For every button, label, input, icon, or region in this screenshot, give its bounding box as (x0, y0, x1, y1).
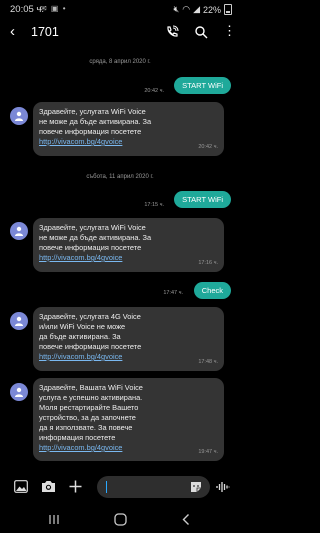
message-line: да я използвате. За повече (39, 423, 133, 432)
message-time: 17:48 ч. (198, 359, 218, 365)
person-icon (15, 387, 23, 397)
camera-icon[interactable] (41, 480, 56, 493)
system-nav-bar (0, 505, 240, 533)
recent-apps-icon[interactable] (48, 514, 60, 525)
message-link[interactable]: http://vivacom.bg/4gvoice (39, 443, 218, 453)
message-time: 17:47 ч. (163, 290, 183, 296)
date-separator: събота, 11 април 2020 г. (86, 174, 154, 180)
person-icon (15, 111, 23, 121)
mute-icon: 🔇︎ (173, 4, 180, 14)
avatar[interactable] (10, 383, 28, 401)
outgoing-message[interactable]: Check (193, 282, 231, 299)
message-input[interactable] (97, 476, 210, 498)
outgoing-message[interactable]: START WiFi (174, 191, 231, 208)
message-line: Здравейте, услугата WiFi Voice (39, 107, 146, 116)
message-line: не може да бъде активирана. За (39, 117, 152, 126)
person-icon (15, 226, 23, 236)
wifi-icon: ◠ (182, 4, 191, 14)
outgoing-message[interactable]: START WiFi (174, 77, 231, 94)
status-bar: 20:05 ч. ✉ ▣ • 🔇︎ ◠ ◢ 22% (0, 0, 240, 18)
gallery-icon[interactable] (14, 480, 28, 493)
person-icon (15, 316, 23, 326)
message-time: 17:16 ч. (198, 260, 218, 266)
text-cursor (106, 481, 107, 493)
voice-wave-icon[interactable] (216, 481, 230, 493)
signal-icon: ◢ (193, 4, 200, 14)
message-time: 19:47 ч. (198, 449, 218, 455)
avatar[interactable] (10, 107, 28, 125)
message-line: да бъде активирана. За (39, 332, 121, 341)
incoming-message[interactable]: Здравейте, услугата WiFi Voice не може д… (33, 102, 224, 156)
home-icon[interactable] (114, 513, 127, 526)
message-line: услуга е успешно активирана. (39, 393, 143, 402)
message-line: информация посетете (39, 433, 116, 442)
status-time: 20:05 ч. (10, 4, 45, 15)
battery-percent: 22% (202, 4, 221, 15)
status-right: 🔇︎ ◠ ◢ 22% (174, 4, 232, 15)
wifi-call-icon[interactable] (165, 25, 179, 39)
battery-icon (224, 4, 232, 15)
incoming-message[interactable]: Здравейте, Вашата WiFi Voice услуга е ус… (33, 378, 224, 461)
more-vert-icon[interactable]: ⋮ (223, 24, 236, 38)
message-link[interactable]: http://vivacom.bg/4gvoice (39, 352, 218, 362)
message-line: повече информация посетете (39, 127, 142, 136)
avatar[interactable] (10, 312, 28, 330)
message-time: 20:42 ч. (198, 144, 218, 150)
incoming-message[interactable]: Здравейте, услугата WiFi Voice не може д… (33, 218, 224, 272)
message-link[interactable]: http://vivacom.bg/4gvoice (39, 253, 218, 263)
message-line: повече информация посетете (39, 243, 142, 252)
message-line: Здравейте, услугата 4G Voice (39, 312, 141, 321)
message-line: Здравейте, Вашата WiFi Voice (39, 383, 143, 392)
message-line: не може да бъде активирана. За (39, 233, 152, 242)
date-separator: сряда, 8 април 2020 г. (89, 59, 151, 65)
message-line: Моля рестартирайте Вашето (39, 403, 139, 412)
message-line: повече информация посетете (39, 342, 142, 351)
message-time: 17:15 ч. (144, 202, 164, 208)
notification-icons: ✉ ▣ • (40, 4, 67, 13)
message-time: 20:42 ч. (144, 88, 164, 94)
app-bar: ‹ 1701 ⋮ (0, 20, 240, 46)
conversation-title[interactable]: 1701 (31, 25, 59, 39)
message-link[interactable]: http://vivacom.bg/4gvoice (39, 137, 218, 147)
compose-bar (0, 473, 240, 503)
message-line: и/или WiFi Voice не може (39, 322, 126, 331)
sticker-icon[interactable] (190, 481, 202, 493)
avatar[interactable] (10, 222, 28, 240)
back-arrow-icon[interactable]: ‹ (10, 23, 15, 40)
back-icon[interactable] (181, 513, 191, 526)
incoming-message[interactable]: Здравейте, услугата 4G Voice и/или WiFi … (33, 307, 224, 371)
plus-icon[interactable] (69, 480, 82, 493)
search-icon[interactable] (194, 25, 208, 39)
message-line: Здравейте, услугата WiFi Voice (39, 223, 146, 232)
message-line: устройство, за да започнете (39, 413, 136, 422)
